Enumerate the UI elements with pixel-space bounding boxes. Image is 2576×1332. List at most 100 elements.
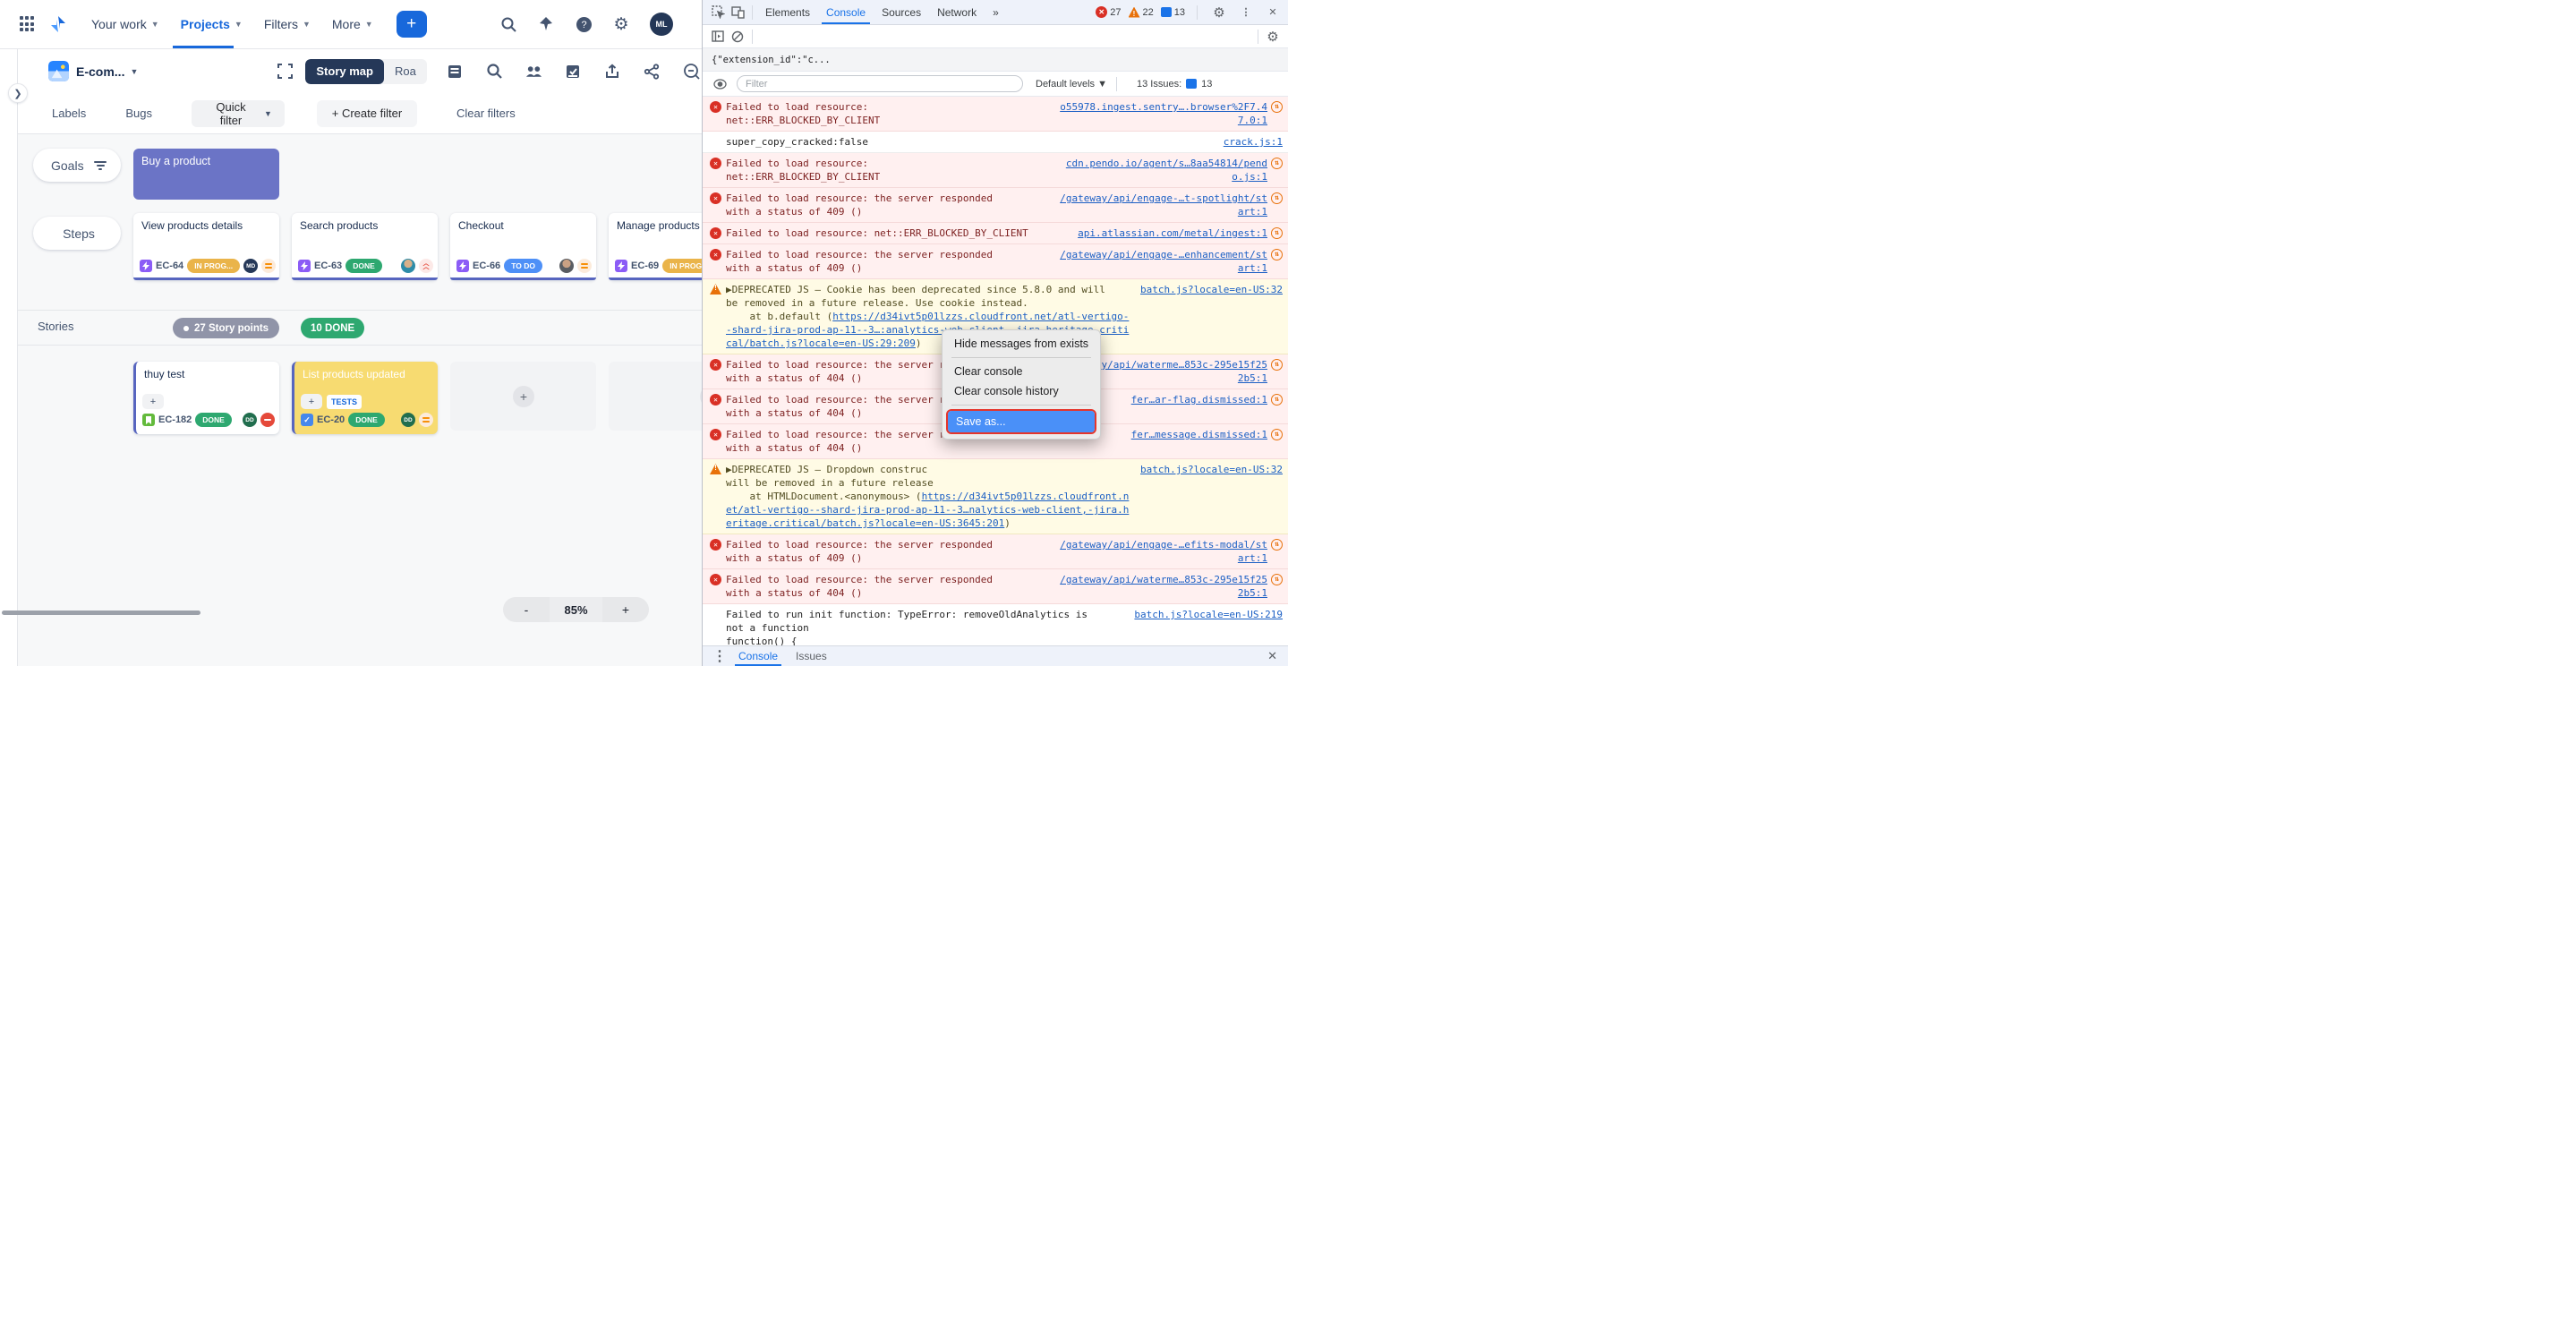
step-card[interactable]: View products details EC-64 IN PROG... M…	[133, 213, 279, 280]
log-levels-dropdown[interactable]: Default levels ▼	[1036, 79, 1107, 90]
clear-filters-link[interactable]: Clear filters	[456, 107, 516, 120]
tab-sources[interactable]: Sources	[874, 0, 929, 24]
clear-console-icon[interactable]	[728, 28, 747, 46]
horizontal-scrollbar[interactable]	[2, 610, 200, 615]
source-link[interactable]: batch.js?locale=en-US:32	[1140, 283, 1283, 296]
adblocker-blocked-icon[interactable]: ⇅	[1271, 249, 1283, 260]
console-eval-preview[interactable]: {"extension_id":"c...	[703, 48, 1288, 72]
tab-network[interactable]: Network	[929, 0, 985, 24]
nav-your-work[interactable]: Your work▼	[81, 0, 170, 48]
status-badge: DONE	[345, 259, 382, 273]
drawer-tab-console[interactable]: Console	[729, 646, 787, 666]
menu-item-clear-console[interactable]: Clear console	[943, 362, 1100, 381]
card-check-icon[interactable]	[565, 63, 582, 80]
devtools-settings-gear-icon[interactable]: ⚙	[1209, 4, 1229, 21]
source-link[interactable]: batch.js?locale=en-US:219	[1134, 608, 1283, 621]
issues-counter[interactable]: 13 Issues: 13	[1137, 79, 1212, 90]
user-avatar[interactable]: ML	[650, 13, 673, 36]
drawer-tab-issues[interactable]: Issues	[787, 646, 836, 666]
filter-labels-link[interactable]: Labels	[52, 107, 86, 120]
tab-roadmap[interactable]: Roa	[384, 59, 427, 84]
team-icon[interactable]	[525, 63, 542, 80]
message-text: super_copy_cracked:false	[726, 135, 1215, 149]
kebab-menu-icon[interactable]: ⋮	[1236, 4, 1256, 21]
console-filter-input[interactable]	[737, 75, 1023, 92]
close-devtools-icon[interactable]: ✕	[1263, 4, 1283, 21]
device-toolbar-icon[interactable]	[728, 4, 747, 21]
steps-row-label[interactable]: Steps	[33, 217, 121, 250]
inspect-element-icon[interactable]	[708, 4, 728, 21]
share-icon[interactable]	[644, 63, 661, 80]
add-child-button[interactable]: +	[142, 394, 164, 409]
drawer-kebab-icon[interactable]: ⋮	[710, 647, 729, 665]
step-card[interactable]: Manage products EC-69 IN PROG...	[609, 213, 702, 280]
source-link[interactable]: crack.js:1	[1224, 135, 1283, 149]
error-count-badge[interactable]: ✕27	[1096, 6, 1121, 18]
adblocker-blocked-icon[interactable]: ⇅	[1271, 574, 1283, 585]
adblocker-blocked-icon[interactable]: ⇅	[1271, 394, 1283, 406]
source-link[interactable]: /gateway/api/engage-…efits-modal/start:1	[1054, 538, 1267, 565]
adblocker-blocked-icon[interactable]: ⇅	[1271, 227, 1283, 239]
add-child-button[interactable]: +	[301, 394, 322, 409]
zoom-out-button[interactable]: -	[503, 597, 550, 622]
app-switcher-icon[interactable]	[20, 16, 36, 32]
filter-bugs-link[interactable]: Bugs	[125, 107, 152, 120]
quick-filter-button[interactable]: Quick filter▼	[192, 100, 285, 127]
goal-card[interactable]: Buy a product	[133, 149, 279, 200]
message-text: Failed to run init function: TypeError: …	[726, 608, 1125, 645]
adblocker-blocked-icon[interactable]: ⇅	[1271, 539, 1283, 551]
step-card[interactable]: Search products EC-63 DONE ︿︿	[292, 213, 438, 280]
adblocker-blocked-icon[interactable]: ⇅	[1271, 101, 1283, 113]
console-sidebar-toggle-icon[interactable]	[708, 28, 728, 46]
create-filter-button[interactable]: + Create filter	[317, 100, 417, 127]
help-icon[interactable]: ?	[575, 15, 593, 33]
tab-elements[interactable]: Elements	[757, 0, 818, 24]
source-link[interactable]: api.atlassian.com/metal/ingest:1	[1078, 226, 1267, 240]
chevron-down-icon[interactable]: ▼	[130, 67, 138, 76]
expand-sidebar-button[interactable]: ❯	[8, 83, 28, 103]
source-link[interactable]: fer…message.dismissed:1	[1131, 428, 1267, 441]
close-drawer-icon[interactable]: ✕	[1267, 649, 1281, 663]
source-link[interactable]: fer…ar-flag.dismissed:1	[1131, 393, 1267, 406]
step-card[interactable]: Checkout EC-66 TO DO	[450, 213, 596, 280]
more-tabs-chevron[interactable]: »	[985, 0, 1007, 24]
source-link[interactable]: /gateway/api/waterme…853c-295e15f252b5:1	[1054, 573, 1267, 600]
source-link[interactable]: batch.js?locale=en-US:32	[1140, 463, 1283, 476]
adblocker-blocked-icon[interactable]: ⇅	[1271, 192, 1283, 204]
source-link[interactable]: /gateway/api/engage-…t-spotlight/start:1	[1054, 192, 1267, 218]
export-icon[interactable]	[604, 63, 621, 80]
warning-count-badge[interactable]: !22	[1129, 7, 1154, 18]
announcement-icon[interactable]	[537, 15, 555, 33]
adblocker-blocked-icon[interactable]: ⇅	[1271, 429, 1283, 440]
project-title[interactable]: E-com...	[76, 64, 124, 79]
jira-logo-icon[interactable]	[48, 14, 68, 34]
live-expression-eye-icon[interactable]	[710, 75, 729, 93]
story-card[interactable]: thuy test + EC-182 DONE DD	[133, 362, 279, 434]
goals-row-label[interactable]: Goals	[33, 149, 121, 182]
rows-view-icon[interactable]	[447, 63, 464, 80]
message-count-badge[interactable]: 13	[1161, 7, 1185, 18]
tab-story-map[interactable]: Story map	[305, 59, 384, 84]
zoom-in-button[interactable]: +	[602, 597, 649, 622]
console-settings-gear-icon[interactable]: ⚙	[1263, 28, 1283, 46]
nav-more[interactable]: More▼	[321, 0, 384, 48]
menu-item-hide-messages[interactable]: Hide messages from exists	[943, 334, 1100, 354]
adblocker-blocked-icon[interactable]: ⇅	[1271, 158, 1283, 169]
source-link[interactable]: /gateway/api/engage-…enhancement/start:1	[1054, 248, 1267, 275]
search-icon[interactable]	[499, 15, 517, 33]
nav-projects[interactable]: Projects▼	[170, 0, 253, 48]
source-link[interactable]: o55978.ingest.sentry….browser%2F7.47.0:1	[1054, 100, 1267, 127]
add-story-button[interactable]: +	[513, 386, 534, 407]
nav-filters[interactable]: Filters▼	[253, 0, 321, 48]
comment-search-icon[interactable]	[683, 63, 700, 80]
board-search-icon[interactable]	[486, 63, 503, 80]
menu-item-save-as[interactable]: Save as...	[948, 411, 1095, 432]
create-button[interactable]: +	[397, 11, 427, 38]
adblocker-blocked-icon[interactable]: ⇅	[1271, 359, 1283, 371]
menu-item-clear-console-history[interactable]: Clear console history	[943, 381, 1100, 401]
settings-gear-icon[interactable]: ⚙	[612, 15, 630, 33]
source-link[interactable]: cdn.pendo.io/agent/s…8aa54814/pendo.js:1	[1054, 157, 1267, 184]
tab-console[interactable]: Console	[818, 0, 874, 24]
fullscreen-icon[interactable]	[277, 63, 293, 81]
story-card[interactable]: List products updated + TESTS ✓ EC-20 DO…	[292, 362, 438, 434]
